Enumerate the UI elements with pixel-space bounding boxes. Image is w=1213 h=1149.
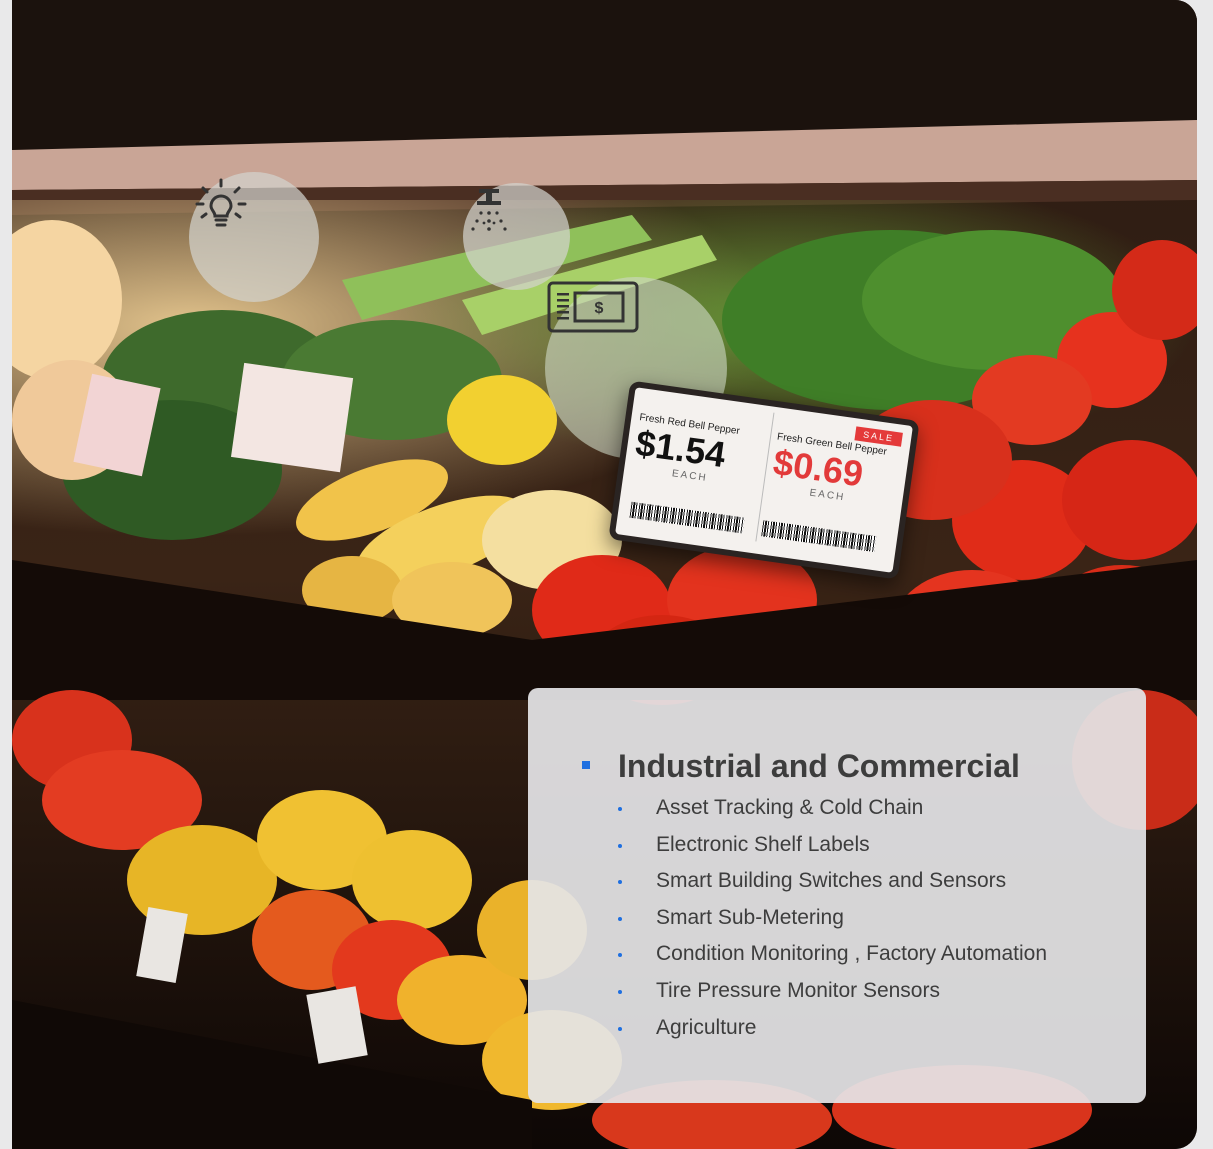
list-item: Tire Pressure Monitor Sensors bbox=[618, 979, 1047, 1016]
list-item-label: Condition Monitoring , Factory Automatio… bbox=[656, 942, 1048, 966]
list-item: Agriculture bbox=[618, 1016, 1047, 1053]
esl-right-section: SALE Fresh Green Bell Pepper $0.69 EACH bbox=[755, 412, 904, 560]
svg-text:$: $ bbox=[595, 300, 604, 317]
panel-heading: Industrial and Commercial bbox=[618, 748, 1020, 784]
esl-left-section: Fresh Red Bell Pepper $1.54 EACH bbox=[625, 394, 766, 540]
shelf-label-icon: $ bbox=[547, 281, 639, 333]
bullet-dot bbox=[618, 916, 622, 921]
list-item-label: Agriculture bbox=[656, 1015, 757, 1039]
application-list: Asset Tracking & Cold Chain Electronic S… bbox=[618, 796, 1047, 1052]
list-item: Condition Monitoring , Factory Automatio… bbox=[618, 942, 1047, 979]
bullet-dot bbox=[618, 1026, 622, 1031]
list-item: Asset Tracking & Cold Chain bbox=[618, 796, 1047, 833]
list-item-label: Smart Sub-Metering bbox=[656, 905, 844, 929]
esl-right-barcode bbox=[761, 520, 877, 553]
info-panel: Industrial and Commercial Asset Tracking… bbox=[528, 688, 1146, 1103]
lightbulb-icon bbox=[195, 178, 247, 227]
bullet-dot bbox=[618, 989, 622, 994]
bullet-dot bbox=[618, 880, 622, 885]
sprinkler-icon-circle bbox=[463, 183, 570, 290]
sprinkler-icon bbox=[471, 189, 507, 231]
list-item-label: Electronic Shelf Labels bbox=[656, 832, 870, 856]
list-item: Electronic Shelf Labels bbox=[618, 833, 1047, 870]
list-item: Smart Sub-Metering bbox=[618, 906, 1047, 943]
list-item-label: Asset Tracking & Cold Chain bbox=[656, 796, 924, 819]
bullet-dot bbox=[618, 953, 622, 958]
list-item: Smart Building Switches and Sensors bbox=[618, 869, 1047, 906]
list-item-label: Tire Pressure Monitor Sensors bbox=[656, 978, 940, 1002]
bullet-dot bbox=[618, 843, 622, 848]
list-item-label: Smart Building Switches and Sensors bbox=[656, 869, 1007, 893]
heading-bullet bbox=[582, 761, 590, 769]
lightbulb-icon-circle bbox=[189, 172, 319, 302]
esl-left-barcode bbox=[629, 501, 745, 534]
bullet-dot bbox=[618, 807, 622, 811]
